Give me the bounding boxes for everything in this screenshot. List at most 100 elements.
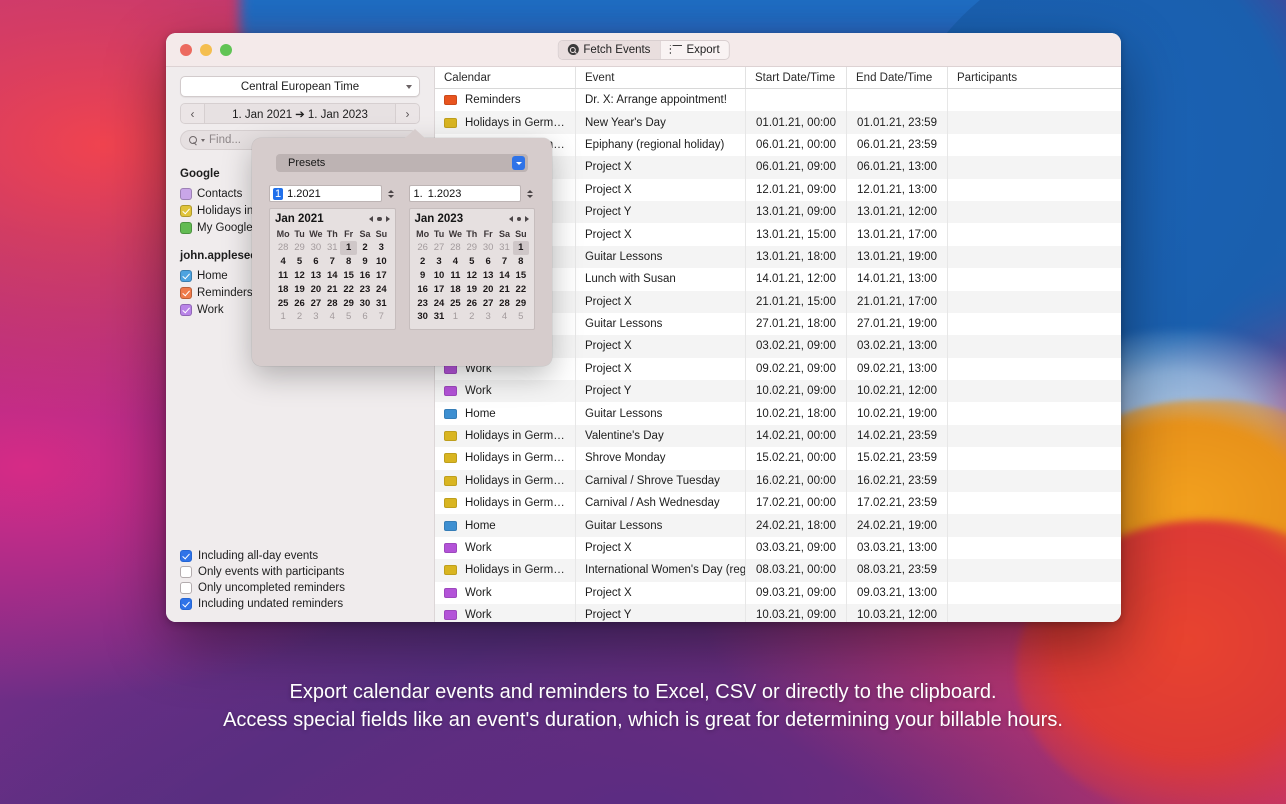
calendar-day-cell[interactable]: 4 [496, 310, 512, 324]
calendar-day-cell[interactable]: 31 [373, 296, 389, 310]
chevron-down-icon[interactable] [201, 138, 205, 142]
calendar-day-cell[interactable]: 31 [324, 241, 340, 255]
calendar-day-cell[interactable]: 10 [373, 255, 389, 269]
table-row[interactable]: Work Project Y 10.02.21, 09:00 10.02.21, 12… [435, 380, 1121, 403]
table-row[interactable]: Work Project X 09.03.21, 09:00 09.03.21, 13… [435, 581, 1121, 604]
calendar-day-cell[interactable]: 20 [308, 282, 324, 296]
zoom-button[interactable] [220, 43, 232, 56]
calendar-day-cell[interactable]: 29 [513, 296, 529, 310]
next-month-icon[interactable] [525, 216, 529, 222]
calendar-day-cell[interactable]: 28 [324, 296, 340, 310]
filter-option-row[interactable]: Including all-day events [180, 548, 420, 564]
today-dot-icon[interactable] [516, 216, 521, 222]
calendar-day-cell[interactable]: 6 [357, 310, 373, 324]
search-input[interactable]: Find... [209, 134, 241, 146]
start-date-stepper[interactable] [386, 186, 396, 202]
calendar-day-cell[interactable]: 24 [373, 282, 389, 296]
calendar-day-cell[interactable]: 30 [480, 241, 496, 255]
today-dot-icon[interactable] [377, 216, 382, 222]
table-column-header[interactable]: End Date/Time [847, 67, 948, 88]
calendar-day-cell[interactable]: 30 [415, 310, 431, 324]
filter-option-checkbox[interactable] [180, 566, 192, 578]
calendar-day-cell[interactable]: 29 [340, 296, 356, 310]
end-date-day-segment[interactable]: 1. [413, 188, 424, 200]
close-button[interactable] [180, 43, 192, 56]
start-date-day-segment[interactable]: 1 [273, 187, 284, 200]
calendar-day-cell[interactable]: 3 [431, 255, 447, 269]
calendar-day-cell[interactable]: 8 [340, 255, 356, 269]
filter-option-checkbox[interactable] [180, 598, 192, 610]
calendar-day-cell[interactable]: 6 [308, 255, 324, 269]
calendar-day-cell[interactable]: 26 [291, 296, 307, 310]
calendar-day-cell[interactable]: 25 [447, 296, 463, 310]
calendar-day-cell[interactable]: 15 [340, 269, 356, 283]
filter-option-row[interactable]: Only uncompleted reminders [180, 580, 420, 596]
calendar-day-cell[interactable]: 30 [308, 241, 324, 255]
calendar-day-cell[interactable]: 23 [415, 296, 431, 310]
calendar-day-cell[interactable]: 11 [275, 269, 291, 283]
start-month-calendar[interactable]: Jan 2021 Mo Tu We Th Fr Sa Su 28 29 30 31 1 2 3 4 5 6 7 8… [269, 208, 396, 330]
timezone-select[interactable]: Central European Time [180, 76, 420, 97]
end-date-monthyear-segment[interactable]: 1.2023 [427, 188, 463, 200]
calendar-checkbox[interactable] [180, 221, 192, 234]
calendar-day-cell[interactable]: 28 [496, 296, 512, 310]
calendar-checkbox[interactable] [180, 286, 192, 299]
calendar-day-cell[interactable]: 27 [480, 296, 496, 310]
calendar-day-cell[interactable]: 5 [513, 310, 529, 324]
calendar-day-cell[interactable]: 12 [464, 269, 480, 283]
calendar-day-cell[interactable]: 12 [291, 269, 307, 283]
next-month-icon[interactable] [385, 216, 390, 222]
table-row[interactable]: Holidays in Germany International Women's… [435, 559, 1121, 582]
calendar-day-cell[interactable]: 4 [324, 310, 340, 324]
table-column-header[interactable]: Participants [948, 67, 1121, 88]
calendar-day-cell[interactable]: 28 [447, 241, 463, 255]
start-date-monthyear-segment[interactable]: 1.2021 [286, 188, 322, 200]
calendar-day-cell[interactable]: 3 [480, 310, 496, 324]
calendar-day-cell[interactable]: 31 [496, 241, 512, 255]
calendar-day-cell[interactable]: 2 [415, 255, 431, 269]
table-row[interactable]: Home Guitar Lessons 10.02.21, 18:00 10.02.2… [435, 402, 1121, 425]
calendar-day-cell[interactable]: 27 [308, 296, 324, 310]
filter-option-row[interactable]: Only events with participants [180, 564, 420, 580]
calendar-day-cell[interactable]: 27 [431, 241, 447, 255]
calendar-day-cell[interactable]: 10 [431, 269, 447, 283]
calendar-day-cell[interactable]: 1 [512, 241, 529, 255]
calendar-day-cell[interactable]: 7 [373, 310, 389, 324]
calendar-day-cell[interactable]: 2 [291, 310, 307, 324]
calendar-day-cell[interactable]: 22 [340, 282, 356, 296]
table-row[interactable]: Home Guitar Lessons 24.02.21, 18:00 24.02.2… [435, 514, 1121, 537]
table-row[interactable]: Holidays in Germany New Year's Day 01.01.2… [435, 111, 1121, 134]
calendar-day-cell[interactable]: 21 [496, 282, 512, 296]
calendar-day-cell[interactable]: 21 [324, 282, 340, 296]
filter-option-row[interactable]: Including undated reminders [180, 596, 420, 612]
calendar-day-cell[interactable]: 28 [275, 241, 291, 255]
calendar-day-cell[interactable]: 5 [340, 310, 356, 324]
export-button[interactable]: Export [659, 40, 728, 59]
calendar-day-cell[interactable]: 29 [291, 241, 307, 255]
calendar-day-cell[interactable]: 17 [431, 282, 447, 296]
calendar-day-cell[interactable]: 31 [431, 310, 447, 324]
calendar-day-cell[interactable]: 13 [308, 269, 324, 283]
calendar-day-cell[interactable]: 1 [340, 241, 357, 255]
calendar-day-cell[interactable]: 16 [415, 282, 431, 296]
filter-option-checkbox[interactable] [180, 550, 192, 562]
calendar-day-cell[interactable]: 7 [496, 255, 512, 269]
calendar-day-cell[interactable]: 24 [431, 296, 447, 310]
calendar-day-cell[interactable]: 18 [447, 282, 463, 296]
next-range-button[interactable]: › [395, 104, 419, 123]
calendar-day-cell[interactable]: 26 [415, 241, 431, 255]
calendar-day-cell[interactable]: 18 [275, 282, 291, 296]
table-row[interactable]: Holidays in Germany Carnival / Shrove Tue… [435, 469, 1121, 493]
stepper-down-icon[interactable] [527, 194, 533, 198]
table-row[interactable]: Reminders Dr. X: Arrange appointment! [435, 89, 1121, 112]
table-row[interactable]: Holidays in Germany Shrove Monday 15.02.21… [435, 447, 1121, 470]
stepper-up-icon[interactable] [387, 189, 394, 193]
calendar-day-cell[interactable]: 19 [291, 282, 307, 296]
calendar-day-cell[interactable]: 29 [464, 241, 480, 255]
table-column-header[interactable]: Event [576, 67, 746, 88]
prev-range-button[interactable]: ‹ [181, 104, 205, 123]
table-row[interactable]: Holidays in Germany Carnival / Ash Wednes… [435, 492, 1121, 515]
calendar-day-cell[interactable]: 9 [415, 269, 431, 283]
table-column-header[interactable]: Start Date/Time [746, 67, 847, 88]
calendar-day-cell[interactable]: 14 [496, 269, 512, 283]
